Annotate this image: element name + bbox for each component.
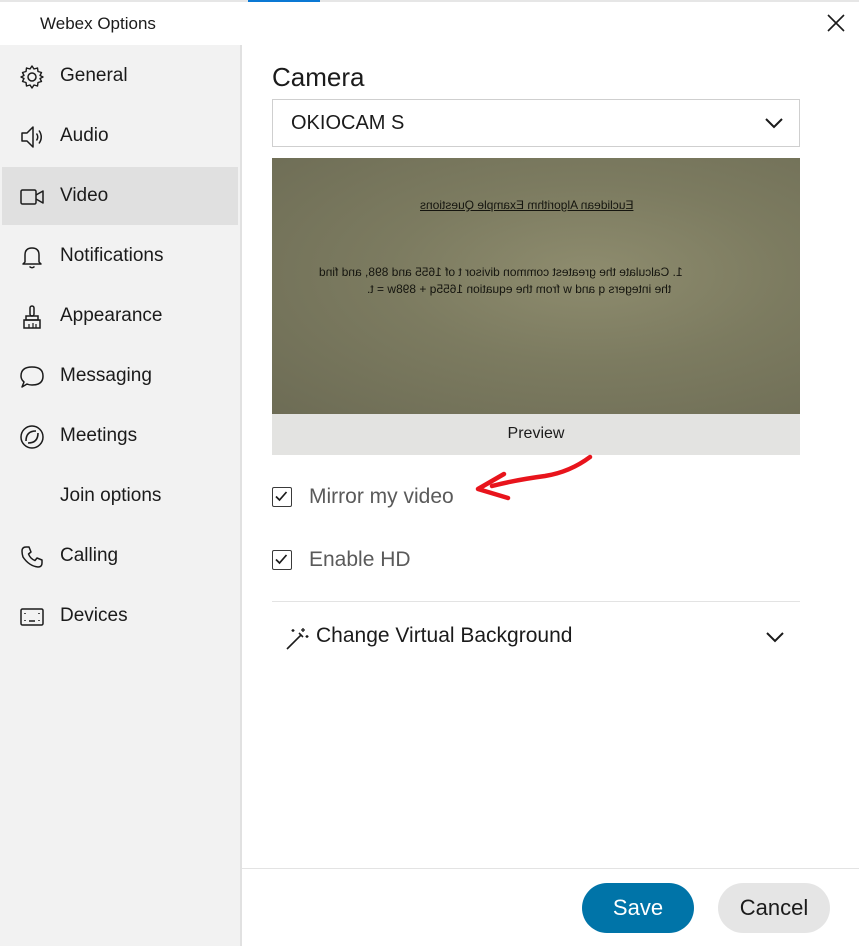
sidebar-item-meetings[interactable]: Meetings (2, 407, 238, 465)
meetings-icon (20, 425, 44, 449)
section-divider (272, 601, 800, 602)
enable-hd-checkbox[interactable] (272, 550, 292, 570)
chat-bubble-icon (20, 366, 44, 388)
phone-icon (21, 546, 43, 568)
gear-icon (20, 65, 44, 89)
device-icon (20, 608, 44, 626)
sidebar-item-join-options[interactable]: Join options (2, 467, 238, 525)
video-settings-panel: Camera OKIOCAM S Euclidean Algorithm Exa… (242, 45, 859, 868)
preview-label-bar: Preview (272, 414, 800, 455)
sidebar: General Audio Video Notifications Appear… (0, 45, 240, 946)
bell-icon (22, 247, 42, 269)
virtual-background-label: Change Virtual Background (316, 624, 573, 647)
sidebar-item-label: Devices (60, 605, 128, 626)
sidebar-item-label: Join options (60, 485, 162, 506)
window-top-border (0, 0, 859, 2)
sidebar-item-devices[interactable]: Devices (2, 587, 238, 645)
window-title: Webex Options (40, 14, 156, 33)
change-virtual-background-expander[interactable]: Change Virtual Background (272, 616, 800, 658)
camera-select-value: OKIOCAM S (291, 112, 405, 134)
preview-doc-line1: 1. Calculate the greatest common divisor… (319, 265, 683, 279)
sidebar-item-label: Audio (60, 125, 109, 146)
sidebar-item-label: Meetings (60, 425, 138, 446)
sidebar-item-label: Appearance (60, 305, 163, 326)
sidebar-item-label: Notifications (60, 245, 164, 266)
sidebar-item-notifications[interactable]: Notifications (2, 227, 238, 285)
camera-preview: Euclidean Algorithm Example Questions 1.… (272, 158, 800, 455)
speaker-icon (21, 126, 42, 148)
camera-heading: Camera (272, 62, 365, 92)
sidebar-item-video[interactable]: Video (2, 167, 238, 225)
sidebar-item-messaging[interactable]: Messaging (2, 347, 238, 405)
preview-doc-title: Euclidean Algorithm Example Questions (420, 198, 634, 212)
save-button[interactable]: Save (582, 883, 694, 933)
enable-hd-label: Enable HD (309, 548, 411, 571)
sidebar-item-label: General (60, 65, 128, 86)
mirror-video-label: Mirror my video (309, 485, 454, 508)
webex-options-window: Webex Options General Audio Video Notifi… (0, 0, 859, 946)
sidebar-item-general[interactable]: General (2, 47, 238, 105)
chevron-down-icon (766, 632, 784, 643)
chevron-down-icon (765, 118, 783, 129)
preview-label: Preview (507, 425, 565, 442)
checkmark-icon (275, 554, 288, 565)
magic-wand-icon (286, 628, 309, 650)
sidebar-item-calling[interactable]: Calling (2, 527, 238, 585)
video-camera-icon (20, 189, 44, 205)
camera-preview-image: Euclidean Algorithm Example Questions 1.… (272, 158, 800, 414)
camera-select[interactable]: OKIOCAM S (272, 99, 800, 147)
footer-divider (242, 868, 859, 869)
window-top-accent (248, 0, 320, 2)
close-button[interactable] (822, 9, 850, 37)
enable-hd-option[interactable]: Enable HD (272, 545, 411, 575)
checkmark-icon (275, 491, 288, 502)
sidebar-item-appearance[interactable]: Appearance (2, 287, 238, 345)
preview-doc-line2: the integers q and w from the equation 1… (367, 282, 672, 296)
sidebar-item-label: Calling (60, 545, 119, 566)
close-icon (827, 14, 845, 32)
mirror-video-option[interactable]: Mirror my video (272, 482, 454, 512)
sidebar-item-label: Video (60, 185, 109, 206)
paintbrush-icon (23, 305, 41, 329)
mirror-video-checkbox[interactable] (272, 487, 292, 507)
sidebar-item-label: Messaging (60, 365, 152, 386)
cancel-button[interactable]: Cancel (718, 883, 830, 933)
sidebar-item-audio[interactable]: Audio (2, 107, 238, 165)
